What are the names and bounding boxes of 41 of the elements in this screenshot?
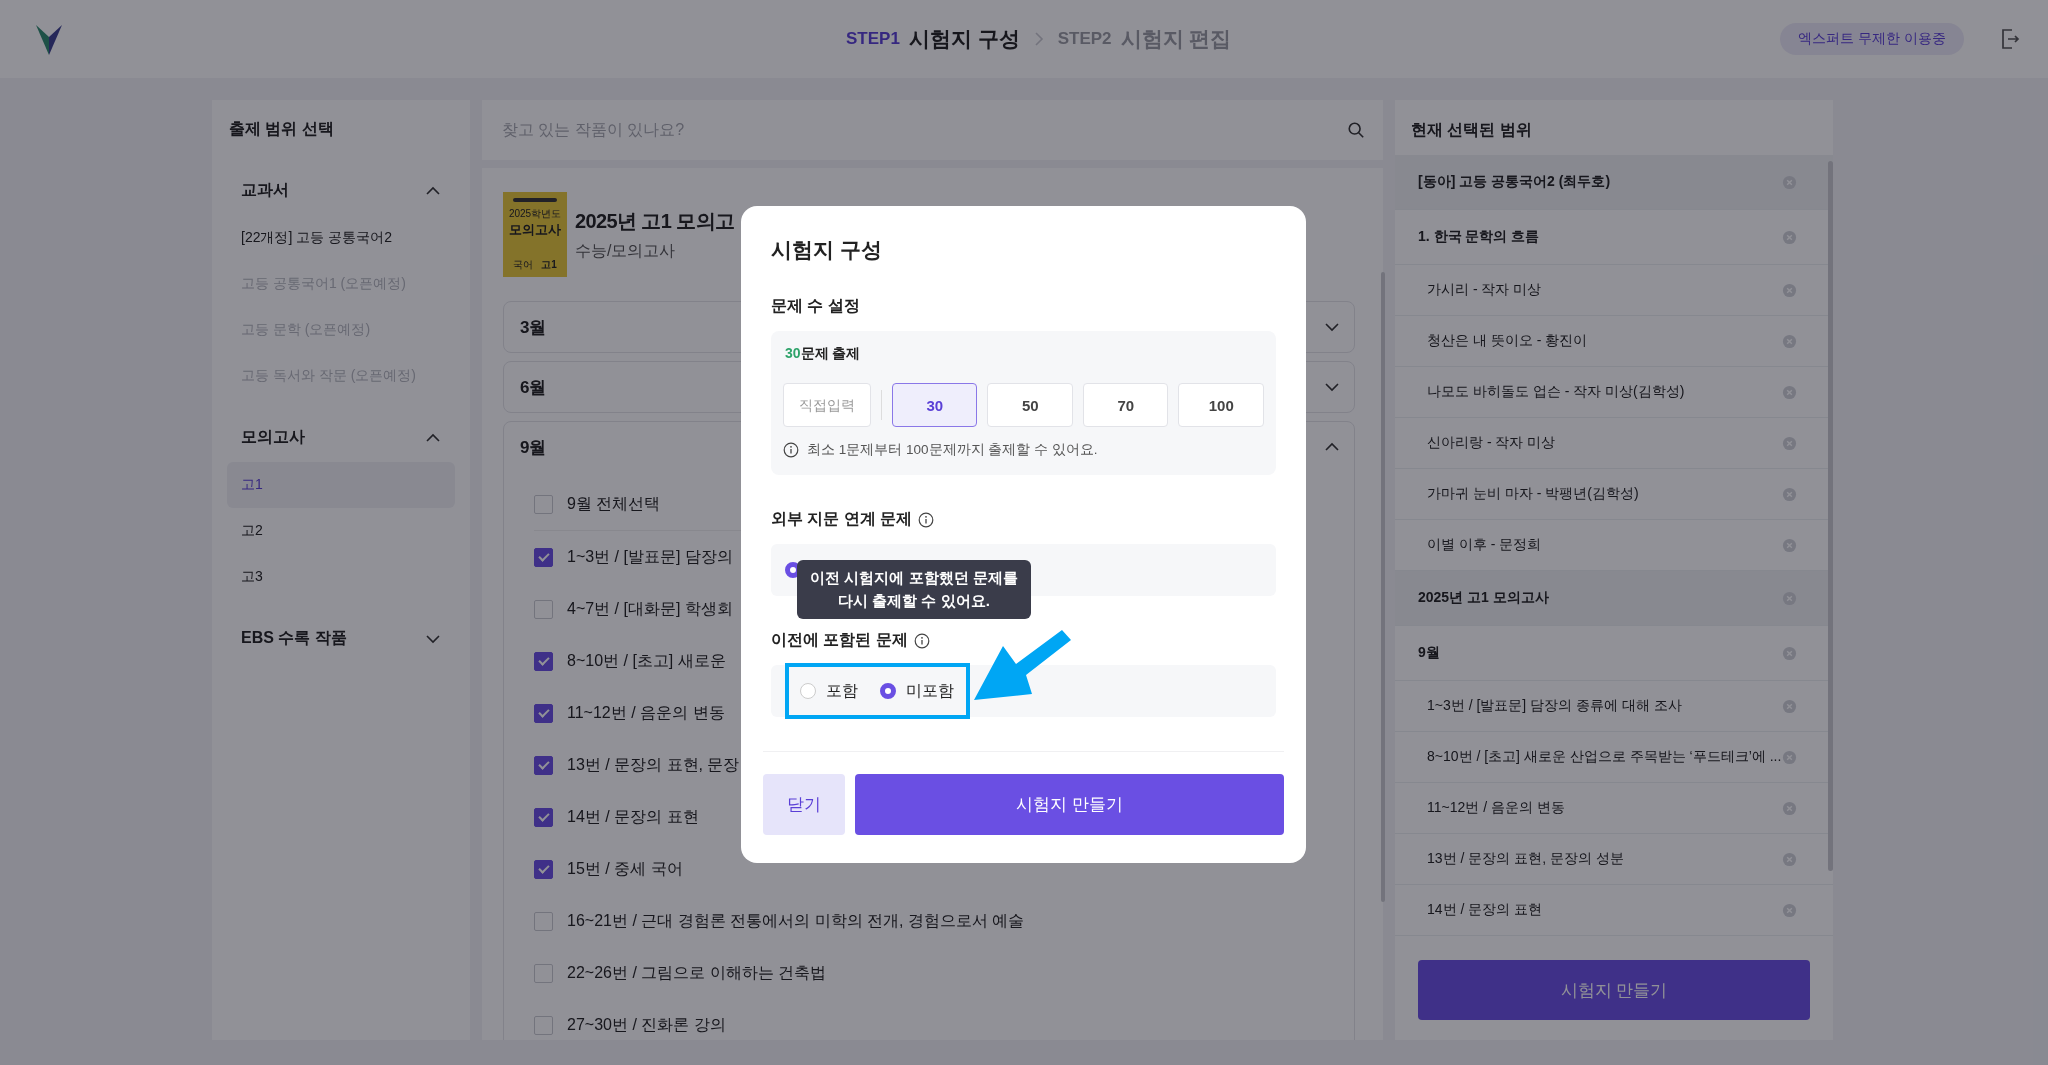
question-label: 8~10번 / [초고] 새로운 — [567, 650, 726, 671]
work-title: 2025년 고1 모의고 — [575, 208, 735, 234]
range-label: 14번 / 문장의 표현 — [1427, 901, 1543, 919]
radio-label: 포함 — [826, 680, 858, 701]
range-label: 11~12번 / 음운의 변동 — [1427, 799, 1565, 817]
book-cover: 2025학년도 모의고사 국어 고1 — [503, 192, 567, 277]
question-label: 15번 / 중세 국어 — [567, 858, 683, 879]
section-label: 문제 수 설정 — [771, 296, 861, 316]
range-label: 13번 / 문장의 표현, 문장의 성분 — [1427, 850, 1624, 868]
range-label: 2025년 고1 모의고사 — [1418, 589, 1549, 607]
section-label: 이전에 포함된 문제 — [771, 630, 908, 650]
range-label: 가마귀 눈비 마자 - 박팽년(김학성) — [1427, 485, 1639, 503]
range-label: [동아] 고등 공통국어2 (최두호) — [1418, 173, 1611, 191]
work-category: 수능/모의고사 — [575, 240, 677, 261]
range-label: 8~10번 / [초고] 새로운 산업으로 주목받는 ‘푸드테크’에 ... — [1427, 748, 1782, 766]
selection-title: 현재 선택된 범위 — [1410, 120, 1533, 140]
range-label: 9월 — [1418, 644, 1440, 662]
range-label: 가시리 - 작자 미상 — [1427, 281, 1542, 299]
count-summary: 30문제 출제 — [785, 345, 862, 363]
question-label: 11~12번 / 음운의 변동 — [567, 702, 725, 723]
section-label: 외부 지문 연계 문제 — [771, 509, 913, 529]
question-label: 9월 전체선택 — [567, 493, 661, 514]
modal-title: 시험지 구성 — [771, 237, 883, 263]
plan-badge: 엑스퍼트 무제한 이용중 — [1780, 23, 1964, 55]
range-label: 1. 한국 문학의 흐름 — [1418, 228, 1540, 246]
question-label: 13번 / 문장의 표현, 문장 — [567, 754, 740, 775]
question-label: 1~3번 / [발표문] 담장의 — [567, 546, 733, 567]
question-label: 16~21번 / 근대 경험론 전통에서의 미학의 전개, 경험으로서 예술 — [567, 910, 1025, 931]
range-label: 1~3번 / [발표문] 담장의 종류에 대해 조사 — [1427, 697, 1682, 715]
sidebar-title: 출제 범위 선택 — [228, 119, 335, 139]
question-label: 22~26번 / 그림으로 이해하는 건축법 — [567, 962, 827, 983]
radio-label: 미포함 — [906, 680, 954, 701]
hint-text: 최소 1문제부터 100문제까지 출제할 수 있어요. — [807, 441, 1098, 459]
range-label: 청산은 내 뜻이오 - 황진이 — [1427, 332, 1588, 350]
question-label: 27~30번 / 진화론 강의 — [567, 1014, 726, 1035]
question-label: 4~7번 / [대화문] 학생회 — [567, 598, 733, 619]
range-label: 이별 이후 - 문정희 — [1427, 536, 1542, 554]
question-label: 14번 / 문장의 표현 — [567, 806, 699, 827]
range-label: 신아리랑 - 작자 미상 — [1427, 434, 1556, 452]
tooltip: 이전 시험지에 포함했던 문제를 다시 출제할 수 있어요. — [797, 560, 1031, 619]
range-label: 나모도 바히돌도 업슨 - 작자 미상(김학성) — [1427, 383, 1685, 401]
